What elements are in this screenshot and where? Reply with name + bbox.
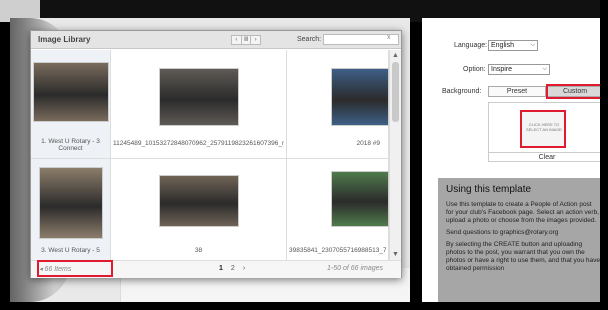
image-thumbnail [39,167,103,239]
image-caption: 1. West U Rotary - 3 Connect [41,138,100,152]
upload-hint: CLICK HERE TO SELECT AN IMAGE [526,122,562,132]
close-icon[interactable]: x [387,34,391,41]
grid-row: 3. West U Rotary - 5 38 39835841_2307055… [31,159,389,260]
screenshot-stage: Image Library ‹ Ⅲ › Search: x 1. West U … [0,0,608,310]
preset-button[interactable]: Preset [488,86,546,97]
grid-scrollbar[interactable]: ▲ ▼ [389,50,401,260]
image-thumbnail [159,68,239,126]
scroll-up-icon[interactable]: ▲ [392,52,399,59]
image-upload-placeholder[interactable]: CLICK HERE TO SELECT AN IMAGE [520,110,566,148]
grid-row: 1. West U Rotary - 3 Connect 11245489_10… [31,50,389,159]
modal-header: Image Library ‹ Ⅲ › Search: x [31,31,401,49]
option-select[interactable]: Inspire ⌵ [488,64,550,75]
help-panel: Using this template Use this template to… [438,178,608,302]
image-caption: 38 [194,247,203,254]
next-page-icon[interactable]: › [243,265,245,272]
view-prev-button[interactable]: ‹ [232,36,242,44]
view-next-button[interactable]: › [251,36,260,44]
clear-button[interactable]: Clear [488,152,606,163]
search-label: Search: [297,36,322,43]
page-link[interactable]: 2 [231,265,235,272]
help-paragraph: Send questions to graphics@rotary.org [446,229,559,236]
bottom-bar [0,302,608,310]
image-tile[interactable]: 39835841_2307055716988513_7 [287,159,389,260]
image-grid: 1. West U Rotary - 3 Connect 11245489_10… [31,50,389,260]
right-edge [600,0,608,310]
image-tile[interactable]: 3. West U Rotary - 5 [31,159,111,260]
view-toggle[interactable]: ‹ Ⅲ › [231,35,261,45]
range-text: 1-50 of 66 images [327,265,384,272]
scroll-thumb[interactable] [392,62,399,122]
view-grid-button[interactable]: Ⅲ [242,36,252,44]
image-caption: 39835841_2307055716988513_7 [289,247,386,254]
custom-highlight [546,84,608,99]
scroll-down-icon[interactable]: ▼ [392,251,399,258]
image-caption: 2018 #9 [356,140,381,147]
image-thumbnail [331,171,389,227]
items-count-highlight [37,260,113,277]
image-tile[interactable]: 11245489_10153272848070962_2579119823261… [111,50,287,159]
pagination: 1 2 › [219,265,245,272]
chevron-down-icon: ⌵ [542,66,547,72]
language-select[interactable]: English ⌵ [488,40,538,51]
image-caption: 3. West U Rotary - 5 [41,247,100,254]
background-label: Background: [442,88,482,95]
modal-title: Image Library [38,35,91,44]
option-label: Option: [463,66,486,73]
image-thumbnail [33,62,109,122]
image-thumbnail [331,68,389,126]
help-paragraph: Use this template to create a People of … [446,201,599,224]
image-caption: 11245489_10153272848070962_2579119823261… [113,140,284,147]
image-library-modal: Image Library ‹ Ⅲ › Search: x 1. West U … [30,30,402,278]
page-link[interactable]: 1 [219,265,223,272]
chevron-down-icon: ⌵ [530,42,535,48]
image-thumbnail [159,175,239,227]
image-tile[interactable]: 1. West U Rotary - 3 Connect [31,50,111,159]
image-tile[interactable]: 38 [111,159,287,260]
help-title: Using this template [446,184,532,195]
image-tile[interactable]: 2018 #9 [287,50,389,159]
help-paragraph: By selecting the CREATE button and uploa… [446,241,600,272]
language-label: Language: [454,42,488,49]
